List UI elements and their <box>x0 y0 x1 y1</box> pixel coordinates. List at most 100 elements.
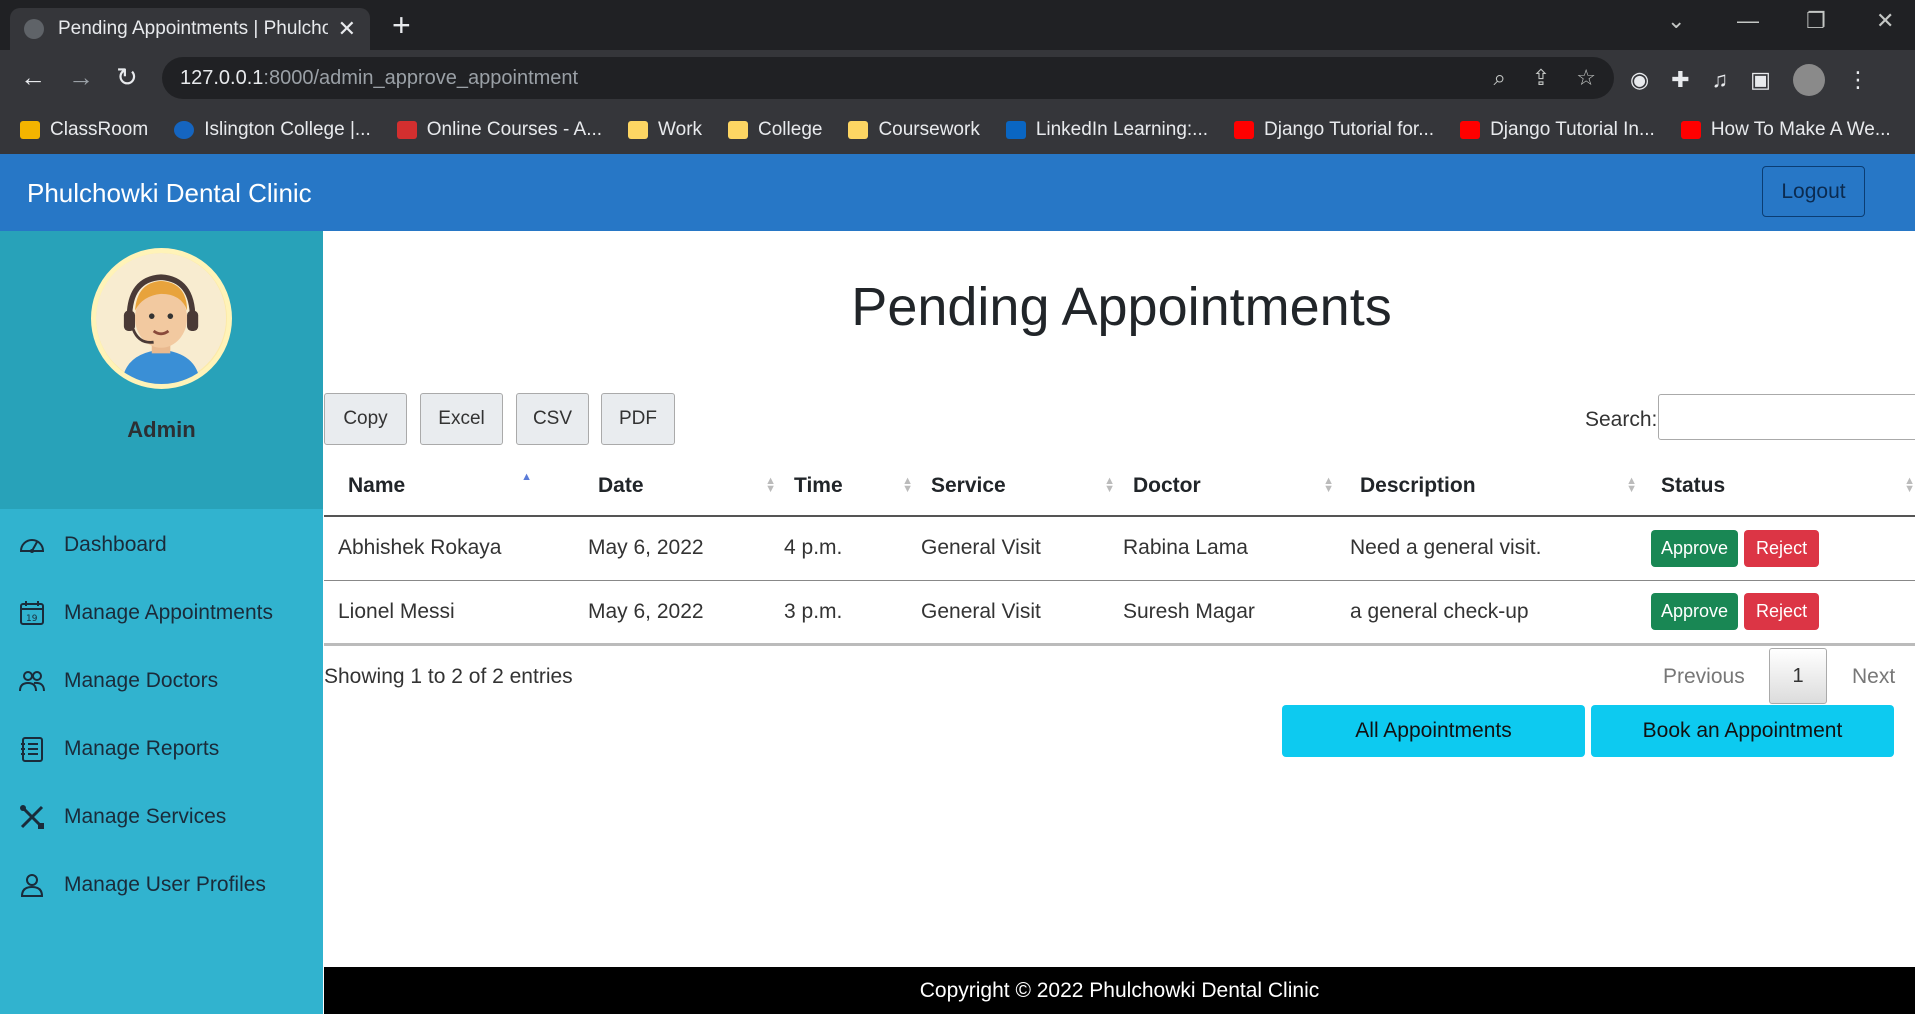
pagination-next[interactable]: Next <box>1852 665 1895 689</box>
youtube-icon <box>1460 121 1481 139</box>
folder-icon <box>628 121 649 139</box>
tab-title: Pending Appointments | Phulchowki <box>58 18 328 39</box>
bookmark-item[interactable]: How To Make A We... <box>1680 119 1891 141</box>
column-header-status[interactable]: Status ▲ ▼ <box>1641 457 1915 517</box>
close-window-icon[interactable]: ✕ <box>1876 8 1894 34</box>
cell-time: 3 p.m. <box>780 580 917 646</box>
column-header-description[interactable]: Description ▲ ▼ <box>1338 457 1641 517</box>
bookmark-item[interactable]: Work <box>628 119 702 141</box>
calendar-icon: 19 <box>20 601 44 625</box>
youtube-icon <box>1680 121 1701 139</box>
profile-avatar[interactable] <box>1792 64 1825 96</box>
bookmarks-bar: ClassRoom Islington College |... Online … <box>0 106 1915 154</box>
url-host: 127.0.0.1 <box>180 66 264 89</box>
csv-button[interactable]: CSV <box>516 393 589 445</box>
extensions-puzzle-icon[interactable]: ✚ <box>1671 67 1689 93</box>
support-agent-icon <box>96 253 227 384</box>
person-icon <box>20 874 44 897</box>
svg-text:19: 19 <box>26 614 38 624</box>
side-panel-icon[interactable]: ▣ <box>1750 67 1771 93</box>
sidebar-item-dashboard[interactable]: Dashboard <box>0 511 323 579</box>
reject-button[interactable]: Reject <box>1744 593 1820 630</box>
sidebar-item-manage-user-profiles[interactable]: Manage User Profiles <box>0 851 323 919</box>
bookmark-item[interactable]: Django Tutorial In... <box>1460 119 1655 141</box>
bookmark-item[interactable]: ClassRoom <box>20 119 148 141</box>
address-bar[interactable]: i 127.0.0.1:8000/admin_approve_appointme… <box>162 57 1614 511</box>
classroom-icon <box>20 121 40 139</box>
cell-date: May 6, 2022 <box>584 516 780 581</box>
pdf-button[interactable]: PDF <box>601 393 675 445</box>
close-tab-icon[interactable]: ✕ <box>338 16 356 42</box>
sidebar-item-manage-services[interactable]: Manage Services <box>0 783 323 851</box>
main-content: Pending Appointments Copy Excel CSV PDF … <box>324 231 1915 967</box>
column-header-time[interactable]: Time ▲ ▼ <box>780 457 917 517</box>
column-header-date[interactable]: Date ▲ ▼ <box>584 457 780 517</box>
bookmark-item[interactable]: Django Tutorial for... <box>1234 119 1434 141</box>
sidebar: Admin Dashboard 19 Manage Appointments M… <box>0 231 323 1014</box>
tab-search-icon[interactable]: ⌄ <box>1667 8 1685 34</box>
folder-icon <box>728 121 749 139</box>
sidebar-menu: Dashboard 19 Manage Appointments Manage … <box>0 511 323 919</box>
bookmark-star-icon[interactable]: ☆ <box>1576 65 1596 91</box>
youtube-icon <box>1234 121 1255 139</box>
zoom-icon[interactable]: ⌕ <box>1494 65 1506 91</box>
sidebar-item-manage-reports[interactable]: Manage Reports <box>0 715 323 783</box>
column-header-doctor[interactable]: Doctor ▲ ▼ <box>1119 457 1338 517</box>
cell-date: May 6, 2022 <box>584 580 780 646</box>
browser-tab[interactable]: Pending Appointments | Phulchowki ✕ <box>10 8 370 50</box>
sidebar-item-manage-appointments[interactable]: 19 Manage Appointments <box>0 579 323 647</box>
bookmark-item[interactable]: LinkedIn Learning:... <box>1005 119 1208 141</box>
sort-icon: ▲ ▼ <box>1904 475 1915 495</box>
approve-button[interactable]: Approve <box>1651 529 1739 567</box>
profile-name: Admin <box>127 417 196 442</box>
forward-icon[interactable]: → <box>68 62 94 92</box>
copy-button[interactable]: Copy <box>324 393 407 445</box>
bookmark-item[interactable]: College <box>728 119 822 141</box>
cell-status: Approve Reject <box>1641 516 1915 581</box>
avatar <box>91 248 232 389</box>
brand-title[interactable]: Phulchowki Dental Clinic <box>27 178 312 209</box>
approve-button[interactable]: Approve <box>1651 593 1739 630</box>
browser-tab-bar: Pending Appointments | Phulchowki ✕ + ⌄ … <box>0 0 1915 50</box>
column-header-service[interactable]: Service ▲ ▼ <box>917 457 1119 517</box>
globe-icon <box>24 19 44 39</box>
pagination-page-1[interactable]: 1 <box>1769 648 1827 704</box>
reject-button[interactable]: Reject <box>1744 529 1820 567</box>
pagination-previous[interactable]: Previous <box>1663 665 1745 689</box>
extension-spy-icon[interactable]: ◉ <box>1630 67 1649 93</box>
bookmark-item[interactable]: Online Courses - A... <box>396 119 602 141</box>
minimize-icon[interactable]: — <box>1737 8 1759 34</box>
sidebar-item-manage-doctors[interactable]: Manage Doctors <box>0 647 323 715</box>
new-tab-icon[interactable]: + <box>392 8 411 42</box>
footer: Copyright © 2022 Phulchowki Dental Clini… <box>324 967 1915 1014</box>
page-title: Pending Appointments <box>851 277 1392 337</box>
all-appointments-button[interactable]: All Appointments <box>1282 705 1585 757</box>
cell-doctor: Rabina Lama <box>1119 516 1338 581</box>
search-input[interactable] <box>1658 394 1915 440</box>
reload-icon[interactable]: ↻ <box>116 62 138 92</box>
search-label: Search: <box>1585 408 1658 431</box>
linkedin-icon <box>1005 121 1026 139</box>
media-control-icon[interactable]: ♫ <box>1712 67 1729 93</box>
udemy-icon <box>396 121 417 139</box>
cell-service: General Visit <box>917 516 1119 581</box>
share-icon[interactable]: ⇪ <box>1532 65 1550 91</box>
url-path: :8000/admin_approve_appointment <box>263 66 579 89</box>
sort-ascending-icon: ▲ <box>521 471 532 483</box>
cell-doctor: Suresh Magar <box>1119 580 1338 646</box>
back-icon[interactable]: ← <box>20 62 46 92</box>
logout-button[interactable]: Logout <box>1762 166 1865 217</box>
dashboard-icon <box>19 539 45 553</box>
book-appointment-button[interactable]: Book an Appointment <box>1591 705 1894 757</box>
tools-icon <box>20 805 44 829</box>
table-row: Lionel Messi May 6, 2022 3 p.m. General … <box>324 580 1915 646</box>
browser-menu-icon[interactable]: ⋮ <box>1847 67 1869 93</box>
bookmark-item[interactable]: Coursework <box>848 119 980 141</box>
restore-icon[interactable]: ❐ <box>1806 8 1826 34</box>
sort-icon: ▲ ▼ <box>1104 475 1115 495</box>
excel-button[interactable]: Excel <box>420 393 503 445</box>
top-navbar: Phulchowki Dental Clinic Logout <box>0 154 1915 231</box>
bookmark-item[interactable]: Islington College |... <box>174 119 371 141</box>
appointments-table: Name ▲ Date ▲ ▼ Time ▲ ▼ Service ▲ ▼ Doctor ▲ ▼ D… <box>324 457 1915 646</box>
column-header-name[interactable]: Name ▲ <box>324 457 584 517</box>
